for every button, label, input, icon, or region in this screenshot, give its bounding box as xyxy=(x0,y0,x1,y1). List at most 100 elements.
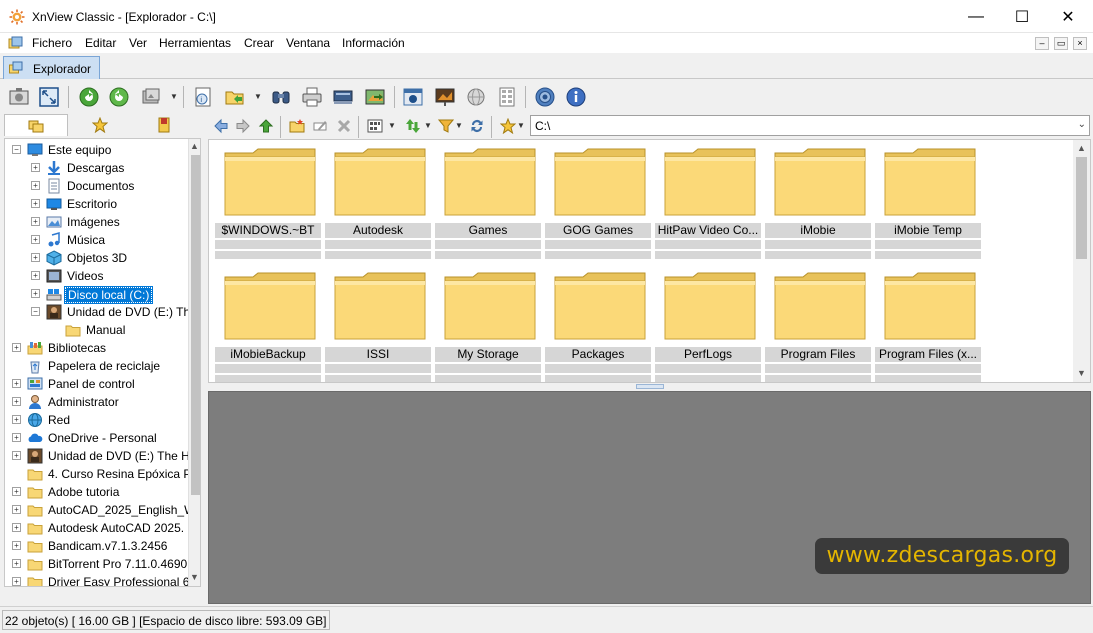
folder-thumbnail[interactable]: Games xyxy=(435,143,541,259)
tab-explorador[interactable]: Explorador xyxy=(3,56,100,79)
menu-fichero[interactable]: Fichero xyxy=(32,36,72,50)
tree-scroll-thumb[interactable] xyxy=(191,155,200,495)
sort-icon[interactable] xyxy=(403,116,423,136)
expand-icon[interactable]: + xyxy=(31,163,40,172)
settings-icon[interactable] xyxy=(532,84,558,110)
mdi-close-button[interactable]: × xyxy=(1073,37,1087,50)
new-folder-icon[interactable] xyxy=(287,116,307,136)
scroll-up-icon[interactable]: ▲ xyxy=(1077,143,1086,153)
collapse-icon[interactable]: − xyxy=(12,145,21,154)
expand-icon[interactable]: + xyxy=(12,487,21,496)
slideshow-icon[interactable] xyxy=(138,84,164,110)
horizontal-splitter[interactable] xyxy=(208,383,1093,391)
forward-icon[interactable] xyxy=(233,116,253,136)
view-mode-dropdown-icon[interactable]: ▼ xyxy=(388,121,396,130)
expand-icon[interactable]: + xyxy=(31,217,40,226)
folder-thumbnail[interactable]: iMobieBackup xyxy=(215,267,321,382)
expand-icon[interactable]: + xyxy=(12,379,21,388)
minimize-button[interactable]: — xyxy=(953,0,999,33)
chevron-down-icon[interactable]: ⌄ xyxy=(1078,119,1086,130)
filter-dropdown-icon[interactable]: ▼ xyxy=(455,121,463,130)
fit-window-icon[interactable] xyxy=(36,84,62,110)
bookmark-star-icon[interactable] xyxy=(498,116,518,136)
about-icon[interactable] xyxy=(563,84,589,110)
expand-icon[interactable]: + xyxy=(12,415,21,424)
find-icon[interactable] xyxy=(268,84,294,110)
back-icon[interactable] xyxy=(211,116,231,136)
menu-editar[interactable]: Editar xyxy=(85,36,116,50)
sort-dropdown-icon[interactable]: ▼ xyxy=(424,121,432,130)
scroll-down-icon[interactable]: ▼ xyxy=(1077,368,1086,378)
contact-sheet-icon[interactable] xyxy=(494,84,520,110)
browser-scrollbar[interactable]: ▲ ▼ xyxy=(1073,140,1090,382)
scroll-down-icon[interactable]: ▼ xyxy=(190,572,199,582)
expand-icon[interactable]: + xyxy=(12,343,21,352)
mdi-minimize-button[interactable]: – xyxy=(1035,37,1049,50)
folder-thumbnail[interactable]: Packages xyxy=(545,267,651,382)
open-icon[interactable] xyxy=(222,84,248,110)
expand-icon[interactable]: + xyxy=(12,433,21,442)
reload-icon[interactable] xyxy=(106,84,132,110)
slideshow-screen-icon[interactable] xyxy=(432,84,458,110)
slideshow-dropdown-icon[interactable]: ▼ xyxy=(170,92,178,101)
folder-thumbnail[interactable]: Autodesk xyxy=(325,143,431,259)
expand-icon[interactable]: + xyxy=(12,505,21,514)
close-button[interactable]: ✕ xyxy=(1045,0,1091,33)
refresh-icon[interactable] xyxy=(76,84,102,110)
browser-scroll-thumb[interactable] xyxy=(1076,157,1087,259)
print-icon[interactable] xyxy=(299,84,325,110)
fullscreen-view-icon[interactable] xyxy=(6,84,32,110)
path-input[interactable] xyxy=(535,118,1065,133)
expand-icon[interactable]: + xyxy=(12,397,21,406)
folder-thumbnail[interactable]: My Storage xyxy=(435,267,541,382)
expand-icon[interactable]: + xyxy=(31,181,40,190)
folder-thumbnail[interactable]: iMobie xyxy=(765,143,871,259)
view-mode-icon[interactable] xyxy=(365,116,385,136)
maximize-button[interactable]: ☐ xyxy=(999,0,1045,33)
expand-icon[interactable]: + xyxy=(31,271,40,280)
menu-crear[interactable]: Crear xyxy=(244,36,274,50)
favorites-tab[interactable] xyxy=(68,114,132,136)
mdi-restore-button[interactable]: ▭ xyxy=(1054,37,1068,50)
expand-icon[interactable]: + xyxy=(12,541,21,550)
folder-thumbnail[interactable]: ISSI xyxy=(325,267,431,382)
convert-icon[interactable] xyxy=(362,84,388,110)
folder-thumbnail[interactable]: Program Files xyxy=(765,267,871,382)
path-combobox[interactable]: ⌄ xyxy=(530,115,1090,136)
capture-icon[interactable] xyxy=(400,84,426,110)
folders-tab[interactable] xyxy=(4,114,68,136)
rename-icon[interactable] xyxy=(310,116,330,136)
splitter-grip[interactable] xyxy=(636,384,664,389)
tree-scrollbar[interactable]: ▲ ▼ xyxy=(188,139,200,586)
open-dropdown-icon[interactable]: ▼ xyxy=(254,92,262,101)
vertical-splitter[interactable] xyxy=(201,138,208,604)
folder-thumbnail[interactable]: HitPaw Video Co... xyxy=(655,143,761,259)
expand-icon[interactable]: + xyxy=(12,451,21,460)
folder-thumbnail[interactable]: PerfLogs xyxy=(655,267,761,382)
properties-icon[interactable]: i xyxy=(190,84,216,110)
menu-ventana[interactable]: Ventana xyxy=(286,36,330,50)
filter-icon[interactable] xyxy=(436,116,456,136)
scroll-up-icon[interactable]: ▲ xyxy=(190,141,199,151)
expand-icon[interactable]: + xyxy=(12,577,21,586)
up-folder-icon[interactable] xyxy=(256,116,276,136)
expand-icon[interactable]: + xyxy=(31,199,40,208)
folder-tree[interactable]: − Este equipo + Descargas + Documentos + Escrit… xyxy=(4,138,201,587)
bookmark-dropdown-icon[interactable]: ▼ xyxy=(517,121,525,130)
scanner-icon[interactable] xyxy=(330,84,356,110)
menu-herramientas[interactable]: Herramientas xyxy=(159,36,231,50)
expand-icon[interactable]: + xyxy=(31,253,40,262)
expand-icon[interactable]: + xyxy=(12,523,21,532)
menu-ver[interactable]: Ver xyxy=(129,36,147,50)
document-system-menu-icon[interactable] xyxy=(8,36,24,50)
folder-thumbnail[interactable]: Program Files (x... xyxy=(875,267,981,382)
file-browser[interactable]: $WINDOWS.~BT Autodesk Games GOG Games HitPaw… xyxy=(208,139,1091,383)
delete-icon[interactable] xyxy=(334,116,354,136)
folder-thumbnail[interactable]: GOG Games xyxy=(545,143,651,259)
expand-icon[interactable]: + xyxy=(12,559,21,568)
menu-informacion[interactable]: Información xyxy=(342,36,405,50)
collapse-icon[interactable]: − xyxy=(31,307,40,316)
folder-thumbnail[interactable]: $WINDOWS.~BT xyxy=(215,143,321,259)
expand-icon[interactable]: + xyxy=(31,235,40,244)
categories-tab[interactable] xyxy=(132,114,196,136)
